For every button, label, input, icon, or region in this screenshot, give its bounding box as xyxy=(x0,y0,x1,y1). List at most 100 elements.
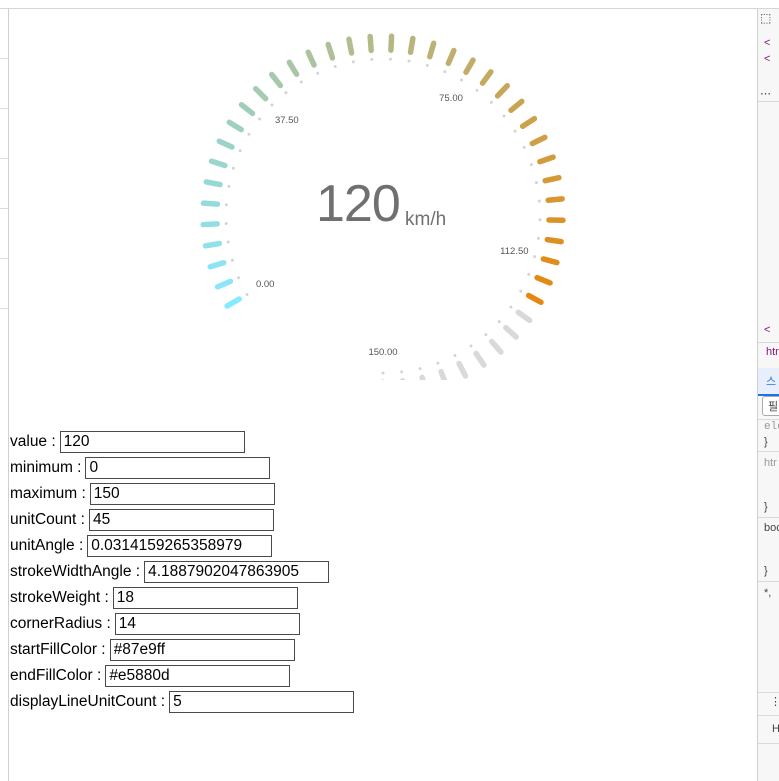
gauge-segment xyxy=(534,274,553,286)
gauge-tick-label: 37.50 xyxy=(275,115,299,126)
style-fragment: boc xyxy=(764,522,779,534)
gauge-minor-tick xyxy=(226,240,230,244)
gauge-segment xyxy=(346,36,355,56)
style-fragment: ele xyxy=(764,421,779,433)
gauge-segment xyxy=(202,240,223,249)
gauge-segment xyxy=(473,350,487,368)
gauge-tick-label: 75.00 xyxy=(439,93,463,104)
tab-label: 스 xyxy=(766,376,777,388)
minimum-input[interactable] xyxy=(85,457,271,479)
gauge-segment xyxy=(508,98,525,114)
value-input[interactable] xyxy=(59,431,245,453)
stroke-width-angle-input[interactable] xyxy=(144,561,330,583)
gauge-segment xyxy=(515,309,533,324)
gauge-minor-tick xyxy=(231,166,235,170)
gauge-tick-label: 0.00 xyxy=(256,279,275,290)
display-line-unit-count-input[interactable] xyxy=(169,691,355,713)
corner-radius-input[interactable] xyxy=(114,613,300,635)
field-end-fill-color: endFillColor : xyxy=(10,663,354,689)
field-label: endFillColor : xyxy=(10,667,102,684)
field-label: strokeWeight : xyxy=(10,589,109,606)
field-label: startFillColor : xyxy=(10,641,106,658)
gauge-segment xyxy=(208,158,228,169)
gauge-segment xyxy=(286,59,300,78)
field-label: strokeWidthAngle : xyxy=(10,563,141,580)
unit-angle-input[interactable] xyxy=(87,535,273,557)
gauge-minor-tick xyxy=(237,276,241,280)
gauge-segment xyxy=(529,134,548,147)
gauge-segment xyxy=(525,292,544,306)
console-fragment: H xyxy=(772,723,779,735)
gauge-segment xyxy=(203,179,223,188)
gauge-segment xyxy=(445,47,457,67)
gauge-segment xyxy=(226,119,245,133)
gauge-minor-tick xyxy=(227,184,231,188)
gauge-minor-tick xyxy=(519,289,523,293)
more-icon[interactable]: ⋯ xyxy=(760,87,771,100)
gauge-segment xyxy=(207,260,227,270)
field-label: value : xyxy=(10,433,56,450)
dom-fragment: < xyxy=(764,324,771,336)
style-fragment: } xyxy=(764,565,768,577)
gauge-segment xyxy=(463,57,476,75)
gauge-minor-tick xyxy=(316,71,320,75)
gauge-minor-tick xyxy=(475,88,479,92)
gauge-segment xyxy=(367,33,374,54)
gauge-segment xyxy=(419,374,426,380)
gauge-segment xyxy=(503,324,519,340)
gauge-value-text: 120 xyxy=(316,175,401,233)
end-fill-color-input[interactable] xyxy=(105,665,291,687)
gauge-segment xyxy=(214,278,234,290)
tab-styles[interactable]: 스 xyxy=(758,368,779,396)
gauge-segment xyxy=(479,69,494,86)
gauge-segment xyxy=(305,49,317,68)
maximum-input[interactable] xyxy=(89,483,275,505)
field-minimum: minimum : xyxy=(10,455,354,481)
gauge-segment xyxy=(407,35,416,56)
field-maximum: maximum : xyxy=(10,481,354,507)
gauge-segment xyxy=(216,138,235,150)
gauge-segment xyxy=(238,101,256,117)
gauge-minor-tick xyxy=(270,103,274,107)
gauge-segment xyxy=(537,154,556,165)
field-unit-count: unitCount : xyxy=(10,507,354,533)
gauge-minor-tick xyxy=(436,361,440,365)
field-start-fill-color: startFillColor : xyxy=(10,637,354,663)
gauge-minor-tick xyxy=(513,129,517,133)
field-stroke-weight: strokeWeight : xyxy=(10,585,354,611)
gauge-segment xyxy=(438,368,448,380)
gauge-minor-tick xyxy=(224,221,228,225)
start-fill-color-input[interactable] xyxy=(109,639,295,661)
gauge-segment xyxy=(427,40,437,60)
field-stroke-width-angle: strokeWidthAngle : xyxy=(10,559,354,585)
styles-filter-input[interactable]: 필 xyxy=(762,396,779,416)
gauge-segment xyxy=(224,296,242,309)
devtools-panel[interactable]: ⬚ < < ⋯ < htr 스 필 ele } htr } boc } *, ⋮… xyxy=(757,9,779,781)
gauge-segment xyxy=(519,115,538,130)
gauge-minor-tick xyxy=(224,203,228,207)
gauge-minor-tick xyxy=(453,354,457,358)
gauge-minor-tick xyxy=(400,370,404,374)
gauge-minor-tick xyxy=(484,333,488,337)
gauge-minor-tick xyxy=(533,255,537,259)
unit-count-input[interactable] xyxy=(88,509,274,531)
gauge-minor-tick xyxy=(407,59,411,63)
style-fragment: *, xyxy=(764,587,772,599)
field-label: unitCount : xyxy=(10,511,85,528)
stroke-weight-input[interactable] xyxy=(112,587,298,609)
gauge-segment xyxy=(542,174,562,184)
gauge-unit-text: km/h xyxy=(405,209,447,230)
dom-fragment: < xyxy=(764,37,771,49)
field-label: displayLineUnitCount : xyxy=(10,693,166,710)
filter-label: 필 xyxy=(768,401,779,413)
gauge-minor-tick xyxy=(388,57,392,61)
field-label: unitAngle : xyxy=(10,537,84,554)
gauge-minor-tick xyxy=(534,181,538,185)
gauge-minor-tick xyxy=(299,80,303,84)
inspect-icon[interactable]: ⬚ xyxy=(760,11,771,25)
gauge-segment xyxy=(252,85,269,102)
kebab-menu-icon[interactable]: ⋮ xyxy=(770,695,779,708)
breadcrumb-fragment[interactable]: htr xyxy=(766,346,779,358)
gauge-minor-tick xyxy=(537,199,541,203)
gauge-minor-tick xyxy=(381,371,385,375)
